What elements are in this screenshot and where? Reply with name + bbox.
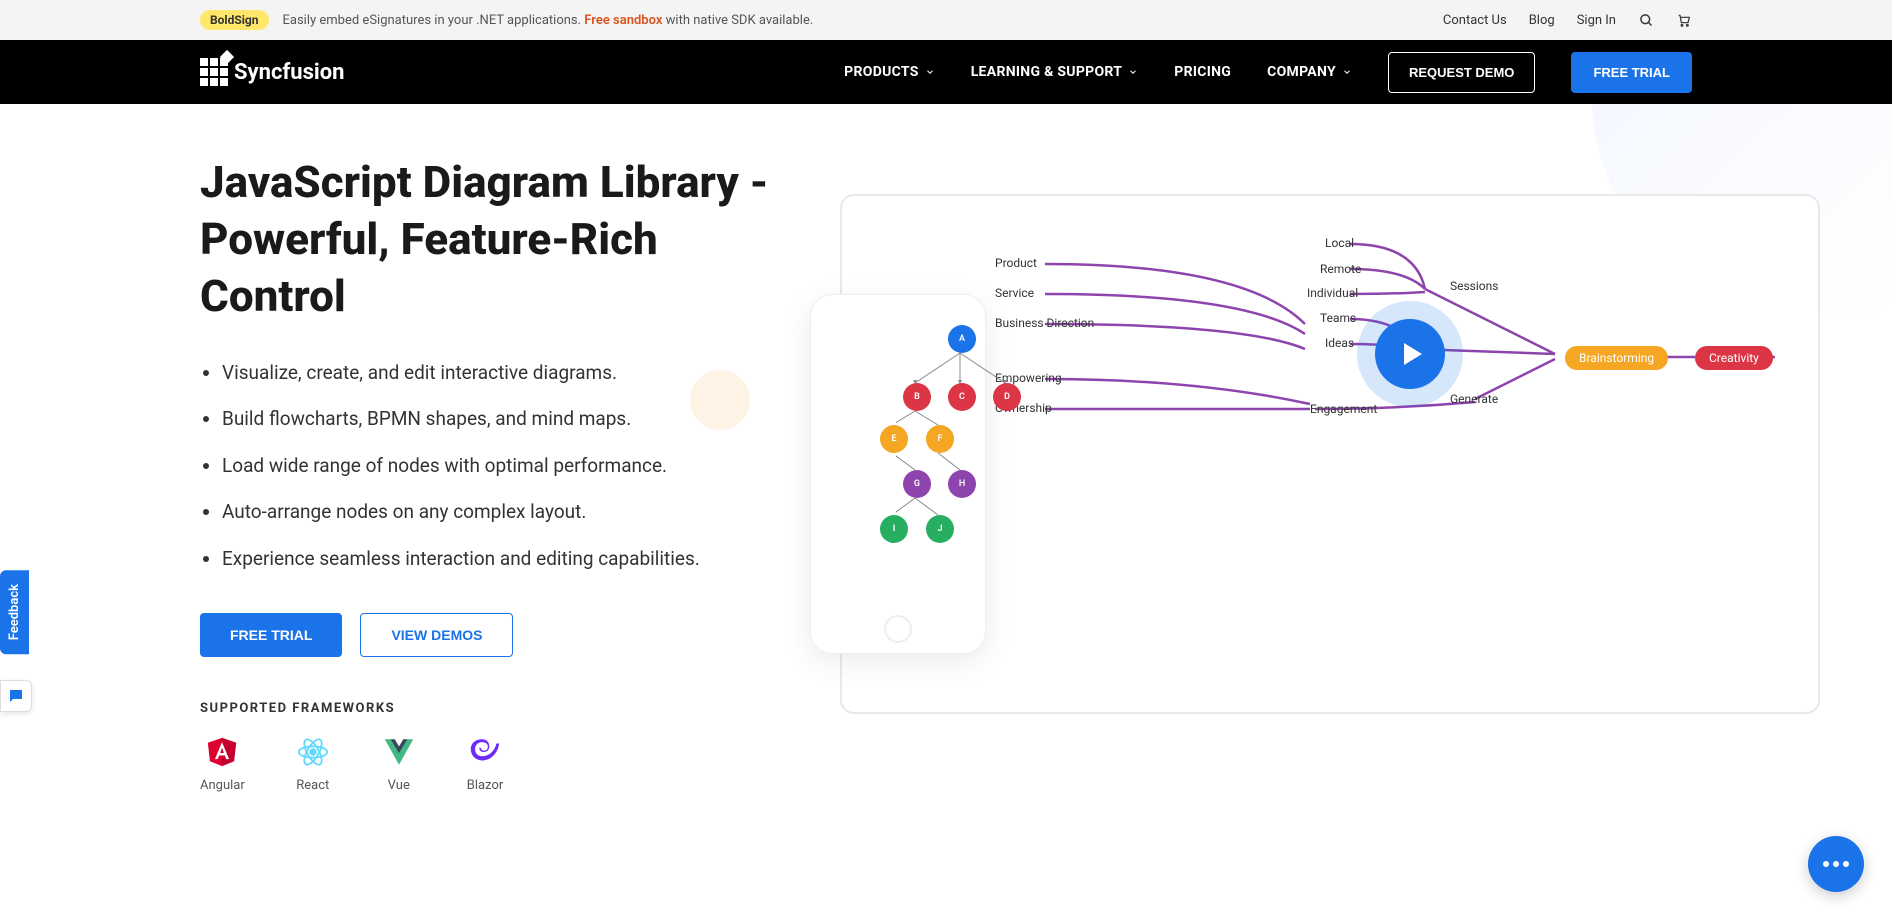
tree-node: E (880, 425, 908, 453)
framework-react[interactable]: React (295, 734, 331, 793)
mm-label: Product (995, 256, 1037, 270)
nav-company-label: COMPANY (1267, 64, 1336, 80)
hero-cta-group: FREE TRIAL VIEW DEMOS (200, 613, 800, 657)
mm-label: Remote (1320, 262, 1361, 276)
logo-grid-icon (200, 58, 228, 86)
mm-label: Individual (1307, 286, 1358, 300)
framework-label: Vue (388, 778, 410, 793)
announcement-before: Easily embed eSignatures in your .NET ap… (283, 13, 585, 28)
tree-node: D (993, 383, 1021, 411)
framework-blazor[interactable]: Blazor (467, 734, 504, 793)
nav-products-label: PRODUCTS (844, 64, 919, 80)
nav-products[interactable]: PRODUCTS (844, 64, 935, 80)
frameworks-heading: SUPPORTED FRAMEWORKS (200, 701, 800, 716)
framework-label: Angular (200, 778, 245, 793)
tree-node: G (903, 470, 931, 498)
mm-label: Engagement (1310, 402, 1377, 416)
tree-node: F (926, 425, 954, 453)
blog-link[interactable]: Blog (1529, 13, 1555, 28)
brand-logo[interactable]: Syncfusion (200, 58, 344, 86)
hero-section: JavaScript Diagram Library - Powerful, F… (0, 104, 1892, 833)
tree-node: B (903, 383, 931, 411)
nav-links: PRODUCTS LEARNING & SUPPORT PRICING COMP… (844, 52, 1692, 93)
feature-item: Experience seamless interaction and edit… (222, 546, 800, 573)
chevron-down-icon (925, 67, 935, 77)
chevron-down-icon (1342, 67, 1352, 77)
feature-item: Visualize, create, and edit interactive … (222, 360, 800, 387)
mm-label: Teams (1320, 311, 1356, 325)
framework-vue[interactable]: Vue (381, 734, 417, 793)
phone-frame: A B C D E F G H I J (810, 294, 986, 654)
announcement-text: Easily embed eSignatures in your .NET ap… (283, 13, 814, 28)
mm-label: Ideas (1325, 336, 1354, 350)
tree-node: I (880, 515, 908, 543)
feature-item: Build flowcharts, BPMN shapes, and mind … (222, 406, 800, 433)
contact-link[interactable]: Contact Us (1443, 13, 1507, 28)
nav-learning[interactable]: LEARNING & SUPPORT (971, 64, 1139, 80)
nav-free-trial-button[interactable]: FREE TRIAL (1571, 52, 1692, 93)
mm-label: Local (1325, 236, 1354, 250)
vue-icon (381, 734, 417, 770)
framework-label: Blazor (467, 778, 504, 793)
chat-icon (1823, 861, 1849, 867)
mm-label: Service (995, 286, 1034, 300)
nav-pricing[interactable]: PRICING (1174, 64, 1231, 80)
chevron-down-icon (1128, 67, 1138, 77)
signin-link[interactable]: Sign In (1577, 13, 1616, 28)
nav-company[interactable]: COMPANY (1267, 64, 1352, 80)
cart-icon[interactable] (1676, 12, 1692, 28)
tree-node: C (948, 383, 976, 411)
mm-label: Sessions (1450, 279, 1498, 293)
view-demos-button[interactable]: VIEW DEMOS (360, 613, 513, 657)
mm-pill-brainstorming: Brainstorming (1565, 346, 1668, 370)
tree-node: J (926, 515, 954, 543)
feedback-tab[interactable]: Feedback (0, 570, 29, 654)
mm-label: Generate (1450, 392, 1498, 406)
framework-label: React (296, 778, 329, 793)
play-icon (1404, 343, 1422, 365)
tree-node: A (948, 325, 976, 353)
announcement-bar: BoldSign Easily embed eSignatures in you… (0, 0, 1892, 40)
brand-name: Syncfusion (234, 60, 344, 85)
request-demo-button[interactable]: REQUEST DEMO (1388, 52, 1535, 93)
tree-node: H (948, 470, 976, 498)
announcement-after: with native SDK available. (662, 13, 813, 28)
mm-pill-creativity: Creativity (1695, 346, 1773, 370)
phone-home-button (884, 615, 912, 643)
mindmap-diagram: Product Service Business Direction Empow… (995, 234, 1775, 494)
hero-content: JavaScript Diagram Library - Powerful, F… (200, 154, 800, 793)
search-icon[interactable] (1638, 12, 1654, 28)
angular-icon (204, 734, 240, 770)
announcement-highlight[interactable]: Free sandbox (584, 13, 662, 28)
play-button[interactable] (1375, 319, 1445, 389)
feedback-chat-icon[interactable] (0, 680, 32, 712)
feature-item: Auto-arrange nodes on any complex layout… (222, 499, 800, 526)
page-title: JavaScript Diagram Library - Powerful, F… (200, 154, 800, 326)
topbar-right: Contact Us Blog Sign In (1443, 12, 1692, 28)
feature-list: Visualize, create, and edit interactive … (200, 360, 800, 573)
hero-free-trial-button[interactable]: FREE TRIAL (200, 613, 342, 657)
feature-item: Load wide range of nodes with optimal pe… (222, 453, 800, 480)
nav-learning-label: LEARNING & SUPPORT (971, 64, 1123, 80)
chat-widget-button[interactable] (1808, 836, 1864, 892)
react-icon (295, 734, 331, 770)
framework-angular[interactable]: Angular (200, 734, 245, 793)
blazor-icon (467, 734, 503, 770)
hero-illustration: A B C D E F G H I J (800, 154, 1892, 793)
frameworks-list: Angular React Vue Blazor (200, 734, 800, 793)
boldsign-badge[interactable]: BoldSign (200, 10, 269, 30)
main-nav: Syncfusion PRODUCTS LEARNING & SUPPORT P… (0, 40, 1892, 104)
tree-connectors (896, 325, 1026, 555)
